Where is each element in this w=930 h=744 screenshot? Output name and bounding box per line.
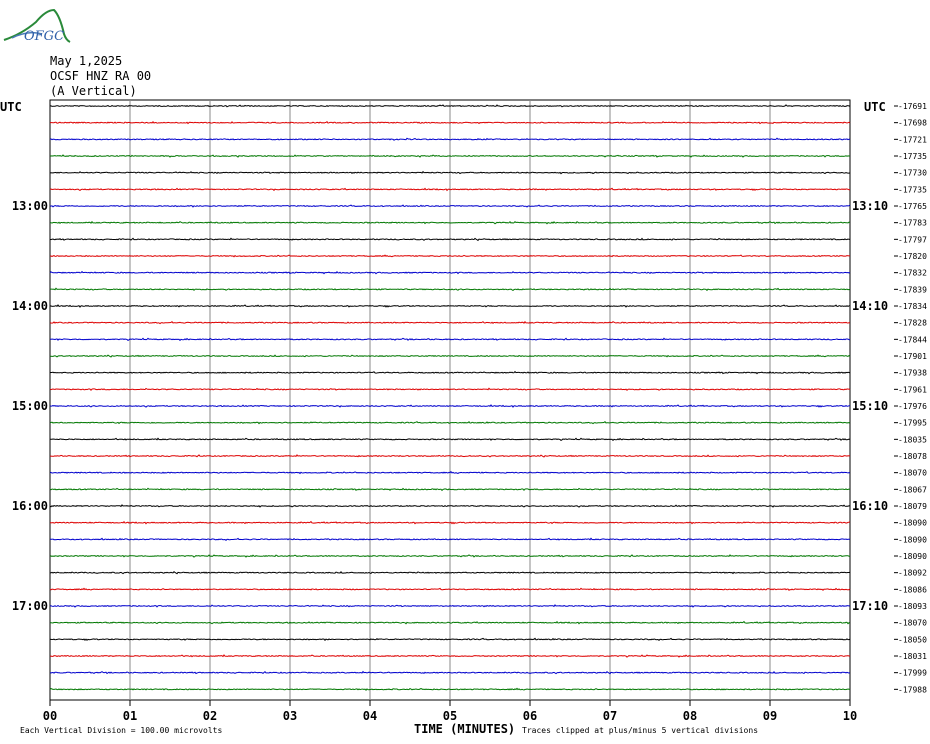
trace-offset-label: -17834 [898, 302, 927, 311]
trace-offset-label: -18093 [898, 602, 927, 611]
x-tick-label: 00 [43, 709, 57, 723]
seismogram-plot: 00 01 02 03 04 05 06 07 08 09 10 -17691 -17698 -17721… [12, 99, 927, 723]
x-tick-label: 07 [603, 709, 617, 723]
clip-note: Traces clipped at plus/minus 5 vertical … [522, 726, 759, 735]
left-time-label: 15:00 [12, 399, 48, 413]
x-tick-label: 04 [363, 709, 377, 723]
trace-offset-label: -18090 [898, 519, 927, 528]
trace-offset-label: -17721 [898, 135, 927, 144]
trace-offset-label: -17797 [898, 235, 927, 244]
trace-offset-label: -17844 [898, 335, 927, 344]
trace-offset-label: -17901 [898, 352, 927, 361]
trace-offset-label: -18078 [898, 452, 927, 461]
trace-offset-label: -17995 [898, 419, 927, 428]
x-tick-label: 10 [843, 709, 857, 723]
trace-offset-label: -17698 [898, 119, 927, 128]
right-time-label: 14:10 [852, 299, 888, 313]
right-time-label: 15:10 [852, 399, 888, 413]
x-axis-label: TIME (MINUTES) [414, 722, 516, 736]
left-time-label: 14:00 [12, 299, 48, 313]
x-tick-label: 09 [763, 709, 777, 723]
trace-offset-label: -17828 [898, 319, 927, 328]
trace-offset-label: -17735 [898, 185, 927, 194]
trace-offset-label: -17976 [898, 402, 927, 411]
x-tick-label: 01 [123, 709, 137, 723]
trace-offset-label: -17961 [898, 385, 927, 394]
x-tick-label: 03 [283, 709, 297, 723]
trace-offset-label: -17938 [898, 369, 927, 378]
left-time-label: 16:00 [12, 499, 48, 513]
trace-offset-label: -17765 [898, 202, 927, 211]
trace-offset-label: -18079 [898, 502, 927, 511]
right-time-label: 16:10 [852, 499, 888, 513]
trace-offset-label: -17735 [898, 152, 927, 161]
trace-offset-label: -17783 [898, 219, 927, 228]
trace-offset-label: -18070 [898, 469, 927, 478]
trace-offset-label: -17999 [898, 669, 927, 678]
trace-offset-label: -18090 [898, 552, 927, 561]
x-tick-label: 02 [203, 709, 217, 723]
right-time-label: 13:10 [852, 199, 888, 213]
x-tick-label: 08 [683, 709, 697, 723]
trace-offset-label: -18070 [898, 619, 927, 628]
x-tick-label: 05 [443, 709, 457, 723]
left-time-label: 13:00 [12, 199, 48, 213]
trace-offset-label: -18067 [898, 485, 927, 494]
trace-offset-label: -17832 [898, 269, 927, 278]
left-time-label: 17:00 [12, 599, 48, 613]
trace-offset-label: -17691 [898, 102, 927, 111]
x-tick-label: 06 [523, 709, 537, 723]
right-time-label: 17:10 [852, 599, 888, 613]
trace-offset-label: -18031 [898, 652, 927, 661]
trace-offset-label: -17730 [898, 169, 927, 178]
trace-offset-label: -17820 [898, 252, 927, 261]
scale-note: Each Vertical Division = 100.00 microvol… [20, 726, 223, 735]
trace-offset-label: -18090 [898, 535, 927, 544]
trace-offset-label: -18092 [898, 569, 927, 578]
trace-offset-label: -18086 [898, 585, 927, 594]
trace-offset-label: -18050 [898, 635, 927, 644]
trace-offset-label: -17988 [898, 685, 927, 694]
trace-offset-label: -18035 [898, 435, 927, 444]
trace-offset-label: -17839 [898, 285, 927, 294]
